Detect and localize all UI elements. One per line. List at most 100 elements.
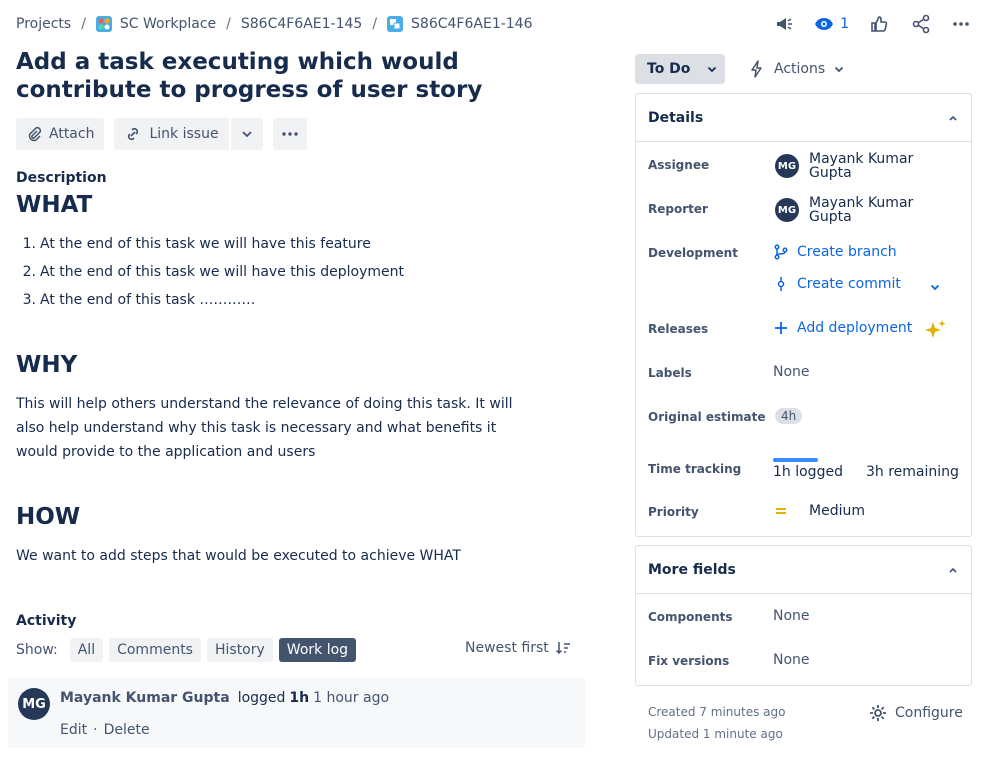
separator-dot: · (93, 722, 98, 738)
create-commit-label: Create commit (797, 276, 901, 292)
thumbs-up-icon[interactable] (863, 10, 895, 38)
edit-link[interactable]: Edit (60, 722, 87, 738)
attach-button[interactable]: Attach (16, 118, 105, 150)
filter-comments[interactable]: Comments (109, 638, 201, 662)
assignee-name-line1: Mayank Kumar (809, 151, 914, 167)
watch-button[interactable]: 1 (808, 10, 855, 38)
filter-history[interactable]: History (206, 638, 273, 662)
reporter-field[interactable]: MG Mayank Kumar Gupta (775, 196, 913, 224)
chevron-down-icon (708, 66, 717, 73)
avatar: MG (775, 154, 799, 178)
priority-value: Medium (809, 503, 865, 519)
breadcrumb-separator: / (81, 16, 86, 32)
configure-label: Configure (895, 705, 963, 721)
development-label: Development (648, 246, 738, 260)
list-item: 1. At the end of this task we will have t… (22, 236, 371, 252)
worklog-time[interactable]: 1 hour ago (313, 690, 389, 706)
how-text: We want to add steps that would be execu… (16, 548, 461, 564)
breadcrumb-issue[interactable]: S86C4F6AE1-146 (387, 16, 533, 32)
sort-toggle[interactable]: Newest first (465, 640, 571, 656)
time-tracking-label: Time tracking (648, 462, 742, 476)
chevron-up-icon (949, 567, 957, 573)
assignee-label: Assignee (648, 158, 710, 172)
chevron-down-icon (241, 131, 252, 138)
link-icon (128, 127, 139, 141)
releases-label: Releases (648, 322, 709, 336)
more-fields-header[interactable]: More fields (636, 546, 971, 594)
delete-link[interactable]: Delete (104, 722, 150, 738)
issue-toolbar: Attach Link issue (16, 118, 307, 150)
reporter-label: Reporter (648, 202, 708, 216)
details-panel: Details Assignee MG Mayank Kumar Gupta Re… (635, 93, 972, 537)
more-actions-button[interactable] (272, 118, 307, 150)
watch-count: 1 (840, 16, 849, 32)
fix-versions-value[interactable]: None (773, 652, 810, 668)
activity-filters: Show: All Comments History Work log (16, 638, 357, 662)
priority-field[interactable]: Medium (773, 503, 865, 519)
chevron-down-icon[interactable] (929, 281, 941, 293)
add-deployment-link[interactable]: Add deployment (773, 320, 912, 336)
priority-label: Priority (648, 505, 699, 519)
ai-sparkle-icon[interactable] (923, 319, 947, 341)
filter-work-log[interactable]: Work log (278, 638, 357, 662)
breadcrumb: Projects / SC Workplace / S86C4F6AE1-145… (16, 14, 533, 34)
link-issue-dropdown[interactable] (230, 118, 263, 150)
breadcrumb-projects[interactable]: Projects (16, 16, 71, 32)
add-deployment-label: Add deployment (797, 320, 913, 336)
list-item: 3. At the end of this task ………… (22, 292, 256, 308)
breadcrumb-project-label: SC Workplace (119, 16, 217, 32)
filter-all[interactable]: All (69, 638, 104, 662)
more-fields-title: More fields (648, 561, 736, 578)
avatar[interactable]: MG (18, 688, 50, 720)
link-issue-button[interactable]: Link issue (114, 118, 229, 150)
time-remaining: 3h remaining (866, 464, 959, 480)
reporter-name-line2: Gupta (809, 209, 852, 225)
status-dropdown[interactable]: To Do (635, 54, 725, 84)
reporter-name-line1: Mayank Kumar (809, 195, 914, 211)
actions-dropdown[interactable]: Actions (748, 54, 845, 84)
breadcrumb-project[interactable]: SC Workplace (95, 16, 217, 32)
worklog-entry: MG Mayank Kumar Gupta logged 1h 1 hour a… (8, 678, 585, 748)
components-label: Components (648, 610, 733, 624)
breadcrumb-separator: / (372, 16, 378, 32)
description-label: Description (16, 170, 107, 186)
estimate-badge: 4h (775, 408, 803, 424)
sort-icon (555, 642, 570, 655)
create-branch-link[interactable]: Create branch (773, 244, 897, 260)
chevron-down-icon (835, 66, 844, 73)
plus-icon (775, 322, 787, 334)
time-tracking-bar[interactable] (773, 458, 953, 462)
megaphone-icon[interactable] (768, 10, 800, 38)
components-value[interactable]: None (773, 608, 810, 624)
chevron-up-icon (949, 115, 957, 121)
breadcrumb-separator: / (226, 16, 231, 32)
estimate-field[interactable]: 4h (775, 408, 803, 424)
details-header[interactable]: Details (636, 94, 971, 142)
labels-value[interactable]: None (773, 364, 810, 380)
eye-icon (815, 18, 834, 30)
more-options-icon[interactable] (945, 10, 977, 38)
fix-versions-label: Fix versions (648, 654, 730, 668)
created-timestamp: Created 7 minutes ago (648, 705, 786, 719)
configure-button[interactable]: Configure (869, 704, 963, 722)
labels-label: Labels (648, 366, 692, 380)
issue-header-actions: 1 (768, 10, 977, 38)
what-list: 1. At the end of this task we will have t… (16, 234, 404, 318)
assignee-field[interactable]: MG Mayank Kumar Gupta (775, 152, 913, 180)
more-fields-panel: More fields Components None Fix versions… (635, 545, 972, 686)
why-text: This will help others understand the rel… (16, 396, 513, 460)
share-icon[interactable] (905, 10, 937, 38)
breadcrumb-parent[interactable]: S86C4F6AE1-145 (241, 16, 362, 32)
worklog-author[interactable]: Mayank Kumar Gupta (60, 690, 230, 706)
attach-label: Attach (49, 126, 95, 142)
show-label: Show: (16, 642, 58, 658)
create-commit-link[interactable]: Create commit (773, 276, 901, 292)
assignee-name-line2: Gupta (809, 165, 852, 181)
link-issue-label: Link issue (149, 126, 219, 142)
how-heading: HOW (16, 504, 81, 530)
avatar: MG (775, 198, 799, 222)
branch-icon (774, 244, 788, 260)
gear-icon (870, 705, 886, 721)
commit-icon (777, 277, 785, 291)
issue-title[interactable]: Add a task executing which would contrib… (16, 48, 576, 104)
